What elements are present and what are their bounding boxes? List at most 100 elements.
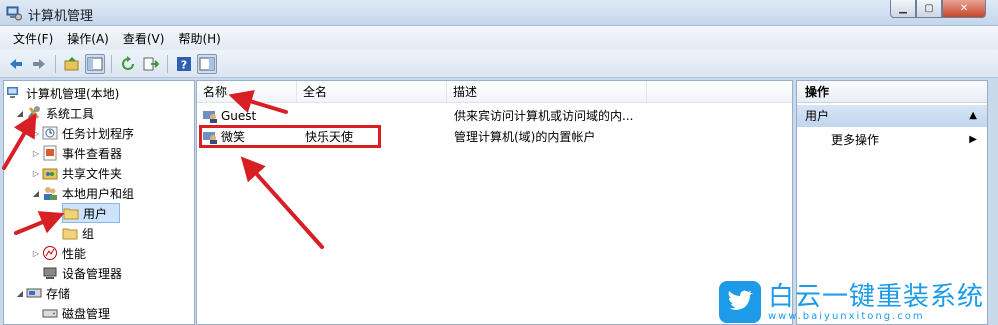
toolbar-divider [111,54,112,73]
menu-help[interactable]: 帮助(H) [171,28,227,49]
column-header-fullname[interactable]: 全名 [297,81,447,103]
close-icon: ✕ [959,3,969,14]
back-icon [10,58,22,69]
tree-item-task-scheduler[interactable]: ▷ 任务计划程序 [30,123,134,143]
window-title: 计算机管理 [28,9,94,24]
folder-icon [63,205,79,221]
toolbar-divider [167,54,168,73]
help-icon: ? [177,56,191,71]
expand-arrow-icon[interactable]: ▷ [30,129,42,138]
user-list: 名称 全名 描述 Guest 供来宾访问计算机或访问域的内... 微笑 快乐天使… [196,80,793,325]
user-name: Guest [221,109,257,123]
computer-icon [6,85,22,101]
tree-item-disk-management[interactable]: 磁盘管理 [42,303,110,323]
up-folder-icon [64,56,79,70]
menu-view[interactable]: 查看(V) [116,28,172,49]
performance-icon [42,245,58,261]
expand-arrow-icon[interactable]: ▷ [30,169,42,178]
tree-item-label: 事件查看器 [62,146,123,161]
users-icon [42,185,58,201]
clock-icon [42,125,58,141]
watermark-name: 白云一键重装系统 [767,281,984,312]
forward-button[interactable] [29,54,49,74]
annotation-highlight-box [199,125,381,148]
tree-item-groups[interactable]: 组 [62,223,94,243]
tree-item-label: 共享文件夹 [62,166,123,181]
window-controls: ▁ ▢ ✕ [890,0,986,18]
storage-icon [26,285,42,301]
tree-item-label: 用户 [83,206,108,221]
tree-item-label: 存储 [46,286,71,301]
title-bar: 计算机管理 ▁ ▢ ✕ [0,0,998,26]
help-button[interactable]: ? [174,54,194,74]
computer-management-icon [6,6,22,21]
minimize-button[interactable]: ▁ [890,0,916,18]
actions-header: 操作 [797,81,987,103]
toolbar: ? [0,50,998,78]
tree-item-label: 设备管理器 [62,266,123,281]
collapse-arrow-icon[interactable]: ◢ [30,189,42,198]
user-icon [202,106,218,126]
tree-item-label: 本地用户和组 [62,186,135,201]
watermark-url: www.baiyunxitong.com [767,310,925,322]
tree-item-label: 任务计划程序 [62,126,135,141]
tools-icon [26,105,42,121]
tree-item-label: 组 [82,226,95,241]
folder-icon [62,225,78,241]
device-manager-icon [42,265,58,281]
column-header-name[interactable]: 名称 [197,81,297,103]
export-icon [143,57,159,70]
tree-item-computer-management[interactable]: 计算机管理(本地) [6,83,119,103]
more-actions-label: 更多操作 [831,133,880,147]
tree-item-shared-folders[interactable]: ▷ 共享文件夹 [30,163,122,183]
tree-item-label: 系统工具 [46,106,95,121]
actions-section-users[interactable]: 用户 ▲ [797,105,987,127]
tree-item-event-viewer[interactable]: ▷ 事件查看器 [30,143,122,163]
close-button[interactable]: ✕ [942,0,986,18]
column-header-description[interactable]: 描述 [447,81,647,103]
collapse-triangle-icon[interactable]: ▲ [969,105,977,127]
refresh-button[interactable] [118,54,138,74]
navigation-tree: 计算机管理(本地) ◢ 系统工具 ▷ 任务计划程序 ▷ 事件查看器 ▷ 共享文件… [3,80,195,325]
list-header: 名称 全名 描述 [197,81,792,103]
toolbar-divider [55,54,56,73]
submenu-arrow-icon: ▶ [969,134,977,145]
show-hide-action-icon [199,57,215,70]
table-row[interactable]: Guest 供来宾访问计算机或访问域的内... [197,106,792,126]
more-actions-item[interactable]: 更多操作 ▶ [797,130,987,150]
up-folder-button[interactable] [62,54,82,74]
back-button[interactable] [6,54,26,74]
tree-item-label: 性能 [62,246,87,261]
tree-item-storage[interactable]: ◢ 存储 [14,283,70,303]
tree-item-users[interactable]: 用户 [62,203,120,223]
svg-text:?: ? [181,58,187,71]
show-hide-action-button[interactable] [197,53,217,74]
menu-bar: 文件(F) 操作(A) 查看(V) 帮助(H) [0,26,998,50]
collapse-arrow-icon[interactable]: ◢ [14,109,26,118]
tree-item-performance[interactable]: ▷ 性能 [30,243,86,263]
export-button[interactable] [141,54,161,74]
disk-icon [42,305,58,321]
refresh-icon [122,55,134,70]
tree-item-label: 磁盘管理 [62,306,111,321]
maximize-button[interactable]: ▢ [916,0,942,18]
user-description: 供来宾访问计算机或访问域的内... [454,109,634,123]
tree-item-local-users-groups[interactable]: ◢ 本地用户和组 [30,183,134,203]
tree-item-device-manager[interactable]: 设备管理器 [42,263,122,283]
user-description: 管理计算机(域)的内置帐户 [454,130,596,144]
collapse-arrow-icon[interactable]: ◢ [14,289,26,298]
watermark-logo: 白云一键重装系统 www.baiyunxitong.com [718,280,984,324]
twitter-bird-icon [718,281,761,323]
menu-action[interactable]: 操作(A) [60,28,116,49]
minimize-icon: ▁ [899,3,907,14]
tree-item-system-tools[interactable]: ◢ 系统工具 [14,103,94,123]
expand-arrow-icon[interactable]: ▷ [30,249,42,258]
forward-icon [33,58,45,69]
show-hide-tree-icon [87,57,103,70]
event-viewer-icon [42,145,58,161]
maximize-icon: ▢ [924,3,934,14]
tree-item-label: 计算机管理(本地) [26,86,120,101]
show-hide-tree-button[interactable] [85,53,105,74]
menu-file[interactable]: 文件(F) [6,28,60,49]
expand-arrow-icon[interactable]: ▷ [30,149,42,158]
